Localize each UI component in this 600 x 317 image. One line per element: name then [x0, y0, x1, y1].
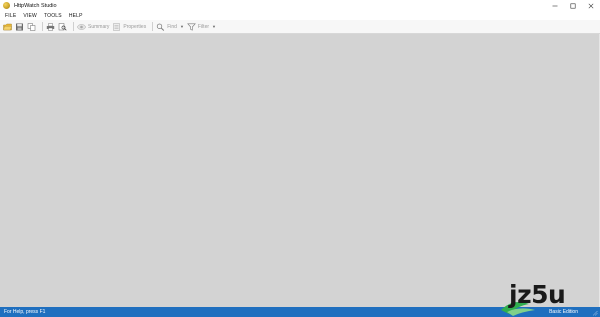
title-bar: HttpWatch Studio	[0, 0, 600, 11]
chevron-down-icon[interactable]: ▼	[180, 24, 184, 29]
watermark-logo: jz5u	[497, 274, 593, 316]
print-button[interactable]	[46, 22, 55, 32]
properties-button[interactable]: Properties	[112, 22, 146, 32]
copy-button[interactable]	[27, 22, 36, 32]
save-button[interactable]	[15, 22, 24, 32]
open-button[interactable]	[3, 22, 12, 32]
summary-button[interactable]: Summary	[77, 22, 109, 32]
print-preview-icon	[58, 22, 67, 31]
close-button[interactable]	[582, 0, 600, 11]
main-workspace	[0, 34, 600, 307]
status-help-text: For Help, press F1	[4, 309, 46, 315]
filter-label: Filter	[197, 23, 210, 30]
toolbar-separator	[42, 22, 43, 31]
toolbar: Summary Properties Find ▼ Filter ▼	[0, 20, 600, 34]
chevron-down-icon[interactable]: ▼	[212, 24, 216, 29]
maximize-button[interactable]	[564, 0, 582, 11]
find-label: Find	[167, 23, 177, 30]
copy-icon	[27, 22, 36, 31]
save-icon	[16, 23, 23, 30]
menu-tools[interactable]: TOOLS	[44, 13, 62, 19]
filter-icon	[187, 23, 196, 31]
open-folder-icon	[3, 23, 12, 30]
eye-icon	[77, 23, 86, 30]
menu-file[interactable]: FILE	[5, 13, 16, 19]
toolbar-separator	[152, 22, 154, 31]
filter-button[interactable]: Filter ▼	[187, 22, 216, 32]
printer-icon	[46, 22, 55, 31]
menu-view[interactable]: VIEW	[23, 13, 37, 19]
properties-icon	[113, 22, 121, 31]
toolbar-separator	[73, 22, 74, 31]
print-preview-button[interactable]	[58, 22, 67, 32]
maximize-icon	[570, 3, 576, 9]
properties-label: Properties	[123, 23, 147, 30]
window-title: HttpWatch Studio	[14, 2, 57, 9]
menu-bar: FILE VIEW TOOLS HELP	[0, 11, 600, 20]
minimize-button[interactable]	[546, 0, 564, 11]
find-button[interactable]: Find ▼	[156, 22, 184, 32]
search-icon	[157, 23, 165, 31]
close-icon	[588, 3, 594, 8]
watermark-text: jz5u	[509, 280, 566, 309]
menu-help[interactable]: HELP	[69, 13, 83, 19]
app-icon	[3, 2, 10, 9]
window-controls	[546, 0, 600, 11]
summary-label: Summary	[88, 23, 110, 30]
minimize-icon	[552, 5, 558, 6]
